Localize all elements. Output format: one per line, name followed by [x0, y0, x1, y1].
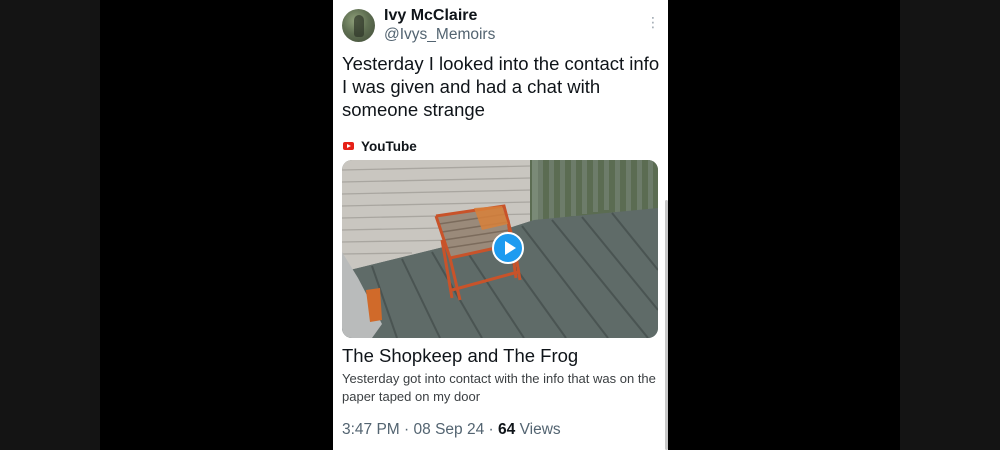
youtube-icon	[343, 142, 354, 150]
views-count: 64	[498, 421, 516, 438]
display-name[interactable]: Ivy McClaire	[384, 7, 477, 25]
video-thumbnail[interactable]	[342, 160, 658, 338]
tweet-time[interactable]: 3:47 PM	[342, 421, 400, 438]
link-card-description: Yesterday got into contact with the info…	[342, 371, 656, 404]
views-label: Views	[519, 421, 561, 438]
more-vertical-icon[interactable]: ⋮	[646, 14, 660, 30]
meta-separator: ·	[488, 421, 494, 438]
meta-separator: ·	[404, 421, 410, 438]
link-card-title[interactable]: The Shopkeep and The Frog	[342, 345, 662, 367]
tweet-meta: 3:47 PM · 08 Sep 24 · 64 Views	[342, 421, 561, 439]
link-source-label: YouTube	[361, 138, 417, 154]
tweet-date[interactable]: 08 Sep 24	[414, 421, 485, 438]
link-source: YouTube	[343, 137, 417, 155]
tweet-text: Yesterday I looked into the contact info…	[342, 53, 660, 120]
left-backdrop	[0, 0, 100, 450]
avatar[interactable]	[342, 9, 375, 42]
right-backdrop	[900, 0, 1000, 450]
user-handle[interactable]: @Ivys_Memoirs	[384, 26, 495, 44]
scrollbar[interactable]	[665, 200, 668, 450]
tweet-card: Ivy McClaire @Ivys_Memoirs ⋮ Yesterday I…	[333, 0, 668, 450]
play-icon[interactable]	[492, 232, 524, 264]
